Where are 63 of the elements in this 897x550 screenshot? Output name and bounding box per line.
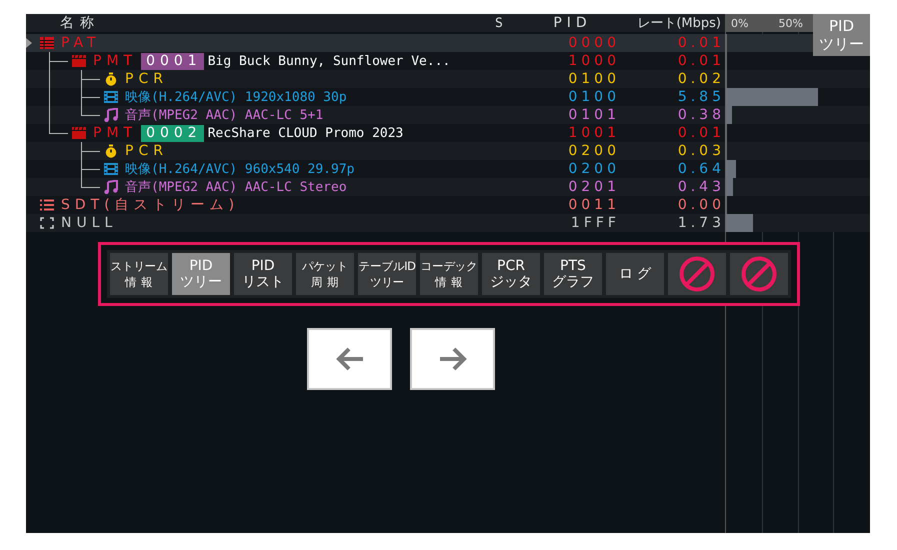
pid-value: 1FFF bbox=[570, 215, 620, 231]
music-note-icon bbox=[103, 180, 119, 194]
stream-name: PCR bbox=[125, 143, 168, 159]
toolbar-button[interactable]: PID リスト bbox=[234, 253, 292, 295]
table-icon bbox=[39, 36, 55, 50]
stream-name: 映像(H.264/AVC) 1920x1080 30p bbox=[125, 89, 347, 106]
stopwatch-icon bbox=[103, 72, 119, 86]
toolbar-button[interactable]: ログ bbox=[606, 253, 664, 295]
rate-value: 0.00 bbox=[678, 197, 725, 213]
stream-name: PMT bbox=[93, 125, 138, 141]
pid-value: 1001 bbox=[568, 125, 620, 141]
pid-value: 0101 bbox=[568, 107, 620, 123]
rate-value: 0.03 bbox=[678, 143, 725, 159]
pid-value: 0200 bbox=[568, 143, 620, 159]
pid-value: 0100 bbox=[568, 71, 620, 87]
stream-name: PCR bbox=[125, 71, 168, 87]
column-header: PID bbox=[552, 15, 593, 31]
pid-value: 0000 bbox=[568, 35, 620, 51]
stream-name: NULL bbox=[61, 215, 118, 231]
program-number: 0002 bbox=[141, 124, 204, 142]
pid-value: 0100 bbox=[568, 89, 620, 105]
stream-name: 映像(H.264/AVC) 960x540 29.97p bbox=[125, 161, 354, 178]
pid-value: 0201 bbox=[568, 179, 620, 195]
pid-value: 1000 bbox=[568, 53, 620, 69]
stopwatch-icon bbox=[103, 144, 119, 158]
column-header: S bbox=[495, 16, 504, 30]
rate-value: 0.02 bbox=[678, 71, 725, 87]
stream-name: PMT bbox=[93, 53, 138, 69]
toolbar-button[interactable]: PTS グラフ bbox=[544, 253, 602, 295]
rate-value: 0.01 bbox=[678, 125, 725, 141]
right-arrow-icon bbox=[438, 347, 468, 371]
brackets-icon bbox=[39, 216, 55, 230]
service-name: Big Buck Bunny, Sunflower Ve... bbox=[208, 54, 450, 68]
music-note-icon bbox=[103, 108, 119, 122]
list-icon bbox=[39, 198, 55, 212]
toolbar-button[interactable]: PCR ジッタ bbox=[482, 253, 540, 295]
column-header: レート(Mbps) bbox=[636, 15, 722, 32]
rate-value: 0.64 bbox=[678, 161, 725, 177]
stream-name: 音声(MPEG2 AAC) AAC-LC 5+1 bbox=[125, 107, 324, 124]
toolbar-button[interactable]: テーブルID ツリー bbox=[358, 253, 416, 295]
left-arrow-icon bbox=[334, 347, 364, 371]
next-button[interactable] bbox=[410, 328, 495, 390]
service-name: RecShare CLOUD Promo 2023 bbox=[208, 126, 404, 140]
pid-value: 0011 bbox=[568, 197, 620, 213]
toolbar-button[interactable]: ストリーム 情報 bbox=[110, 253, 168, 295]
stream-name: 音声(MPEG2 AAC) AAC-LC Stereo bbox=[125, 179, 347, 196]
pid-value: 0200 bbox=[568, 161, 620, 177]
rate-value: 0.38 bbox=[678, 107, 725, 123]
rate-value: 0.01 bbox=[678, 53, 725, 69]
stream-name: PAT bbox=[61, 35, 101, 51]
rate-value: 5.85 bbox=[678, 89, 725, 105]
toolbar-button[interactable]: コーデック 情報 bbox=[420, 253, 478, 295]
rate-value: 0.43 bbox=[678, 179, 725, 195]
column-header: 名称 bbox=[59, 14, 101, 32]
previous-button[interactable] bbox=[307, 328, 392, 390]
prohibited-icon bbox=[679, 256, 715, 292]
toolbar-button[interactable]: パケット 周期 bbox=[296, 253, 354, 295]
rate-value: 0.01 bbox=[678, 35, 725, 51]
program-number: 0001 bbox=[141, 52, 204, 70]
view-label: PID ツリー bbox=[813, 14, 870, 56]
prohibited-icon bbox=[741, 256, 777, 292]
rate-value: 1.73 bbox=[678, 215, 725, 231]
stream-name: SDT(自ストリーム) bbox=[61, 196, 240, 214]
